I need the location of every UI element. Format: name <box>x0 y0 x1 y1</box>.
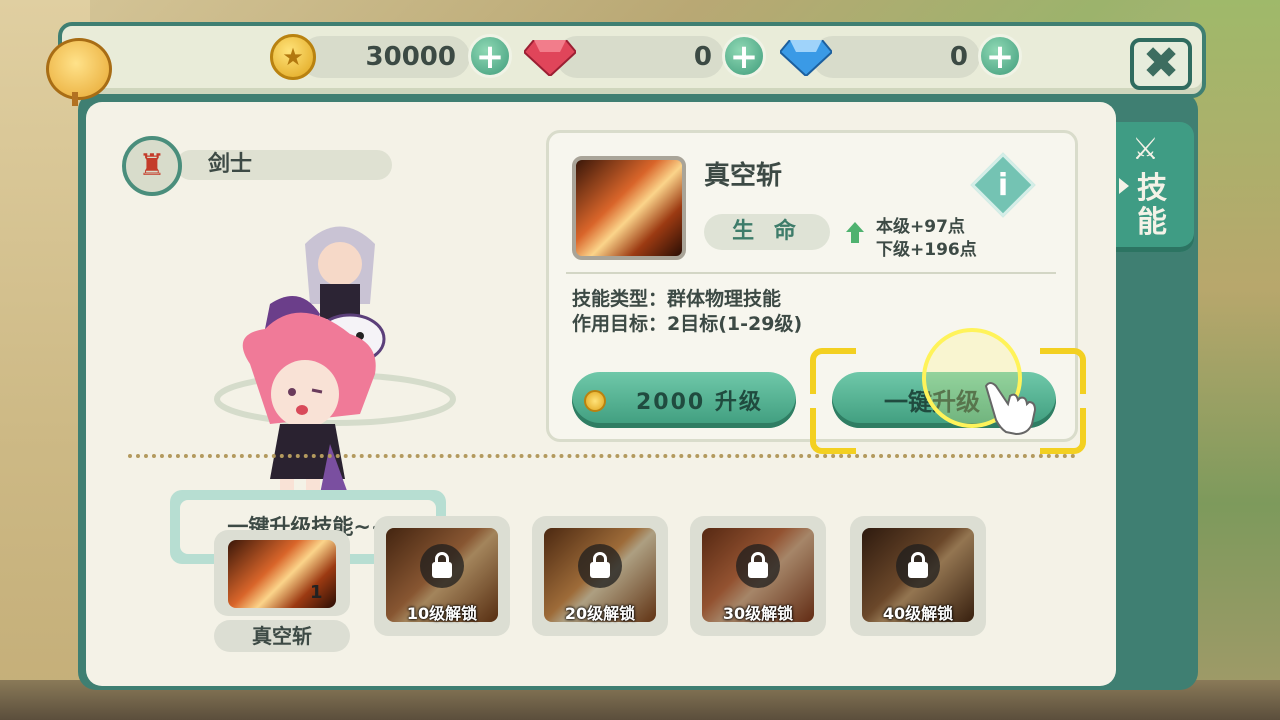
unlock-level-label: 40级解锁 <box>882 604 954 623</box>
lock-body <box>748 562 768 578</box>
diamond-counter: 0 <box>812 36 980 78</box>
class-emblem-icon: ♜ <box>122 136 182 196</box>
background-right <box>1190 0 1280 720</box>
class-label: 剑士 <box>208 152 253 177</box>
skill-slot-locked[interactable]: 40级解锁 <box>850 516 986 636</box>
skill-slot-level: 1 <box>310 582 323 603</box>
diamond-value: 0 <box>949 42 968 72</box>
add-ruby-button[interactable]: + <box>722 34 766 78</box>
next-level-bonus: 下级+196点 <box>876 240 977 260</box>
card-divider <box>566 272 1056 274</box>
tab-indicator-arrow <box>1119 178 1129 194</box>
character-sprites <box>214 226 456 501</box>
increase-arrow-stem <box>851 231 859 243</box>
lock-body <box>908 562 928 578</box>
ruby-counter: 0 <box>556 36 724 78</box>
section-divider-dots <box>128 454 1076 458</box>
ruby-value: 0 <box>693 42 712 72</box>
crossed-swords-icon: ⚔ <box>1132 132 1159 167</box>
info-icon: i <box>997 168 1009 203</box>
skill-slot-locked[interactable]: 20级解锁 <box>532 516 668 636</box>
pointing-hand-icon <box>984 382 1037 436</box>
red-gem-icon <box>524 40 576 76</box>
gold-coin-icon: ★ <box>270 34 316 80</box>
highlight-bracket <box>1040 348 1086 394</box>
lantern-icon <box>46 38 112 100</box>
tab-skills-label: 技能 <box>1137 171 1167 240</box>
background-left <box>0 0 90 720</box>
lantern-tassel <box>72 92 78 106</box>
unlock-level-label: 30级解锁 <box>722 604 794 623</box>
skill-slot-name: 真空斩 <box>214 620 350 652</box>
stat-type-pill: 生 命 <box>704 214 830 250</box>
upgrade-button-label: 2000 升级 <box>636 390 763 415</box>
gold-counter: 30000 <box>300 36 470 78</box>
add-diamond-button[interactable]: + <box>978 34 1022 78</box>
highlight-bracket <box>810 408 856 454</box>
highlight-bracket <box>1040 408 1086 454</box>
gold-value: 30000 <box>365 42 456 72</box>
skill-type: 技能类型：群体物理技能 <box>572 288 782 310</box>
unlock-level-label: 20级解锁 <box>564 604 636 623</box>
skill-sword-icon <box>572 156 686 260</box>
add-gold-button[interactable]: + <box>468 34 512 78</box>
skill-name: 真空斩 <box>704 161 783 191</box>
skill-slot-locked[interactable]: 10级解锁 <box>374 516 510 636</box>
gold-coin-icon <box>584 390 606 412</box>
lock-body <box>590 562 610 578</box>
current-level-bonus: 本级+97点 <box>876 217 965 237</box>
blue-diamond-icon <box>780 40 832 76</box>
lock-body <box>432 562 452 578</box>
highlight-bracket <box>810 348 856 394</box>
skill-target: 作用目标：2目标(1-29级) <box>572 313 803 335</box>
unlock-level-label: 10级解锁 <box>406 604 478 623</box>
close-button[interactable]: ✖ <box>1130 38 1192 90</box>
skill-slot-locked[interactable]: 30级解锁 <box>690 516 826 636</box>
